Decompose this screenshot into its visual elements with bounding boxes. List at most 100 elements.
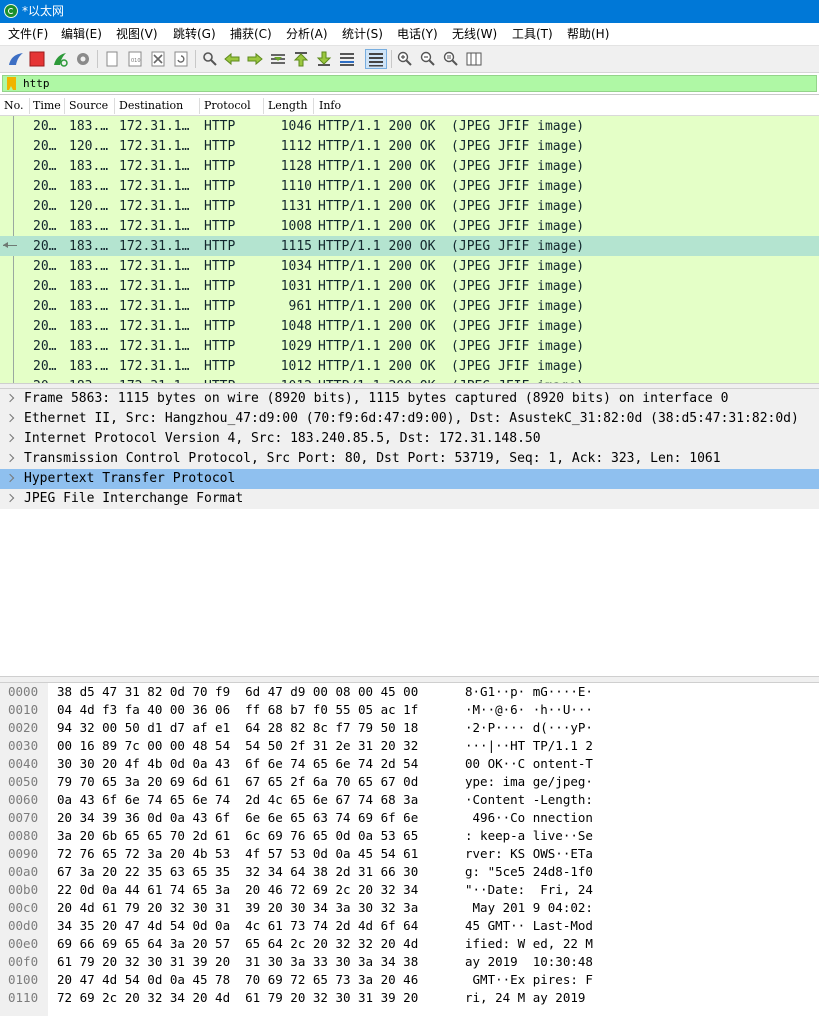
zoom-normal-icon[interactable] <box>443 51 459 67</box>
open-file-icon[interactable] <box>104 51 120 67</box>
packet-row-selected[interactable]: 20… 183.… 172.31.1… HTTP HTTP/1.1 200 OK (JP… <box>0 236 819 256</box>
ascii-bytes[interactable]: 00 OK··C ontent-T <box>465 756 593 771</box>
menu-help[interactable]: 帮助(H) <box>567 27 609 41</box>
menu-view[interactable]: 视图(V) <box>116 27 158 41</box>
hex-bytes[interactable]: 22 0d 0a 44 61 74 65 3a 20 46 72 69 2c 2… <box>57 882 418 897</box>
ascii-bytes[interactable]: ified: W ed, 22 M <box>465 936 593 951</box>
ascii-bytes[interactable]: 496··Co nnection <box>465 810 593 825</box>
expand-chevron-icon[interactable] <box>5 413 15 423</box>
detail-row[interactable]: Internet Protocol Version 4, Src: 183.24… <box>0 429 819 449</box>
column-length[interactable]: Length <box>268 99 307 112</box>
packet-row[interactable]: 20…183.…172.31.1…HTTPHTTP/1.1 200 OK (JP… <box>0 216 819 236</box>
go-to-packet-icon[interactable] <box>270 51 286 67</box>
byte-offset[interactable]: 00f0 <box>8 954 38 969</box>
last-packet-icon[interactable] <box>316 51 332 67</box>
byte-offset[interactable]: 0070 <box>8 810 38 825</box>
packet-row[interactable]: 20…183.…172.31.1…HTTPHTTP/1.1 200 OK (JP… <box>0 296 819 316</box>
byte-offset[interactable]: 0110 <box>8 990 38 1005</box>
go-back-icon[interactable] <box>224 51 240 67</box>
byte-offset[interactable]: 0100 <box>8 972 38 987</box>
hex-bytes[interactable]: 30 30 20 4f 4b 0d 0a 43 6f 6e 74 65 6e 7… <box>57 756 418 771</box>
column-no[interactable]: No. <box>4 99 24 112</box>
zoom-in-icon[interactable] <box>397 51 413 67</box>
byte-offset[interactable]: 00d0 <box>8 918 38 933</box>
detail-row-selected[interactable]: Hypertext Transfer Protocol <box>0 469 819 489</box>
column-time[interactable]: Time <box>33 99 61 112</box>
ascii-bytes[interactable]: ·Content -Length: <box>465 792 593 807</box>
menu-capture[interactable]: 捕获(C) <box>230 27 272 41</box>
column-info[interactable]: Info <box>319 99 341 112</box>
ascii-bytes[interactable]: ·2·P···· d(···yP· <box>465 720 593 735</box>
hex-bytes[interactable]: 20 4d 61 79 20 32 30 31 39 20 30 34 3a 3… <box>57 900 418 915</box>
menu-file[interactable]: 文件(F) <box>8 27 48 41</box>
ascii-bytes[interactable]: : keep-a live··Se <box>465 828 593 843</box>
byte-offset[interactable]: 0050 <box>8 774 38 789</box>
ascii-bytes[interactable]: ype: ima ge/jpeg· <box>465 774 593 789</box>
packet-row[interactable]: 20…183.…172.31.1…HTTPHTTP/1.1 200 OK (JP… <box>0 356 819 376</box>
ascii-bytes[interactable]: GMT··Ex pires: F <box>465 972 593 987</box>
ascii-bytes[interactable]: g: "5ce5 24d8-1f0 <box>465 864 593 879</box>
packet-row[interactable]: 20… 120.… 172.31.1… HTTP HTTP/1.1 200 OK (JP… <box>0 136 819 156</box>
byte-offset[interactable]: 0000 <box>8 684 38 699</box>
byte-offset[interactable]: 00c0 <box>8 900 38 915</box>
hex-bytes[interactable]: 0a 43 6f 6e 74 65 6e 74 2d 4c 65 6e 67 7… <box>57 792 418 807</box>
display-filter-input[interactable]: http <box>2 75 817 92</box>
packet-row[interactable]: 20…183.…172.31.1…HTTPHTTP/1.1 200 OK (JP… <box>0 316 819 336</box>
packet-row[interactable]: 20…183.…172.31.1…HTTPHTTP/1.1 200 OK (JP… <box>0 176 819 196</box>
first-packet-icon[interactable] <box>293 51 309 67</box>
hex-bytes[interactable]: 38 d5 47 31 82 0d 70 f9 6d 47 d9 00 08 0… <box>57 684 418 699</box>
hex-bytes[interactable]: 00 16 89 7c 00 00 48 54 54 50 2f 31 2e 3… <box>57 738 418 753</box>
byte-offset[interactable]: 0080 <box>8 828 38 843</box>
ascii-bytes[interactable]: "··Date: Fri, 24 <box>465 882 593 897</box>
filter-bookmark-icon[interactable] <box>7 77 16 90</box>
hex-bytes[interactable]: 04 4d f3 fa 40 00 36 06 ff 68 b7 f0 55 0… <box>57 702 418 717</box>
hex-bytes[interactable]: 34 35 20 47 4d 54 0d 0a 4c 61 73 74 2d 4… <box>57 918 418 933</box>
column-source[interactable]: Source <box>69 99 108 112</box>
hex-bytes[interactable]: 3a 20 6b 65 65 70 2d 61 6c 69 76 65 0d 0… <box>57 828 418 843</box>
byte-offset[interactable]: 0040 <box>8 756 38 771</box>
ascii-bytes[interactable]: 45 GMT·· Last-Mod <box>465 918 593 933</box>
menu-edit[interactable]: 编辑(E) <box>61 27 102 41</box>
byte-offset[interactable]: 0010 <box>8 702 38 717</box>
expand-chevron-icon[interactable] <box>5 493 15 503</box>
byte-offset[interactable]: 0020 <box>8 720 38 735</box>
ascii-bytes[interactable]: ay 2019 10:30:48 <box>465 954 593 969</box>
ascii-bytes[interactable]: ·M··@·6· ·h··U··· <box>465 702 593 717</box>
detail-row[interactable]: Transmission Control Protocol, Src Port:… <box>0 449 819 469</box>
find-packet-icon[interactable] <box>202 51 218 67</box>
packet-row[interactable]: 20… 120.… 172.31.1… HTTP HTTP/1.1 200 OK (JP… <box>0 196 819 216</box>
packet-row[interactable]: 20…183.…172.31.1…HTTPHTTP/1.1 200 OK (JP… <box>0 276 819 296</box>
autoscroll-icon[interactable] <box>339 51 355 67</box>
go-forward-icon[interactable] <box>247 51 263 67</box>
byte-offset[interactable]: 00e0 <box>8 936 38 951</box>
hex-bytes[interactable]: 67 3a 20 22 35 63 65 35 32 34 64 38 2d 3… <box>57 864 418 879</box>
expand-chevron-icon[interactable] <box>5 473 15 483</box>
detail-row[interactable]: Frame 5863: 1115 bytes on wire (8920 bit… <box>0 389 819 409</box>
resize-columns-icon[interactable] <box>466 51 482 67</box>
ascii-bytes[interactable]: ri, 24 M ay 2019 <box>465 990 593 1005</box>
byte-offset[interactable]: 00b0 <box>8 882 38 897</box>
byte-offset[interactable]: 0030 <box>8 738 38 753</box>
column-destination[interactable]: Destination <box>119 99 183 112</box>
hex-bytes[interactable]: 61 79 20 32 30 31 39 20 31 30 3a 33 30 3… <box>57 954 418 969</box>
capture-options-icon[interactable] <box>75 51 91 67</box>
byte-offset[interactable]: 0090 <box>8 846 38 861</box>
hex-bytes[interactable]: 72 76 65 72 3a 20 4b 53 4f 57 53 0d 0a 4… <box>57 846 418 861</box>
expand-chevron-icon[interactable] <box>5 393 15 403</box>
pane-splitter[interactable] <box>0 676 819 683</box>
packet-row[interactable]: 20…183.…172.31.1…HTTPHTTP/1.1 200 OK (JP… <box>0 116 819 136</box>
ascii-bytes[interactable]: rver: KS OWS··ETa <box>465 846 593 861</box>
expand-chevron-icon[interactable] <box>5 433 15 443</box>
menu-statistics[interactable]: 统计(S) <box>342 27 383 41</box>
ascii-bytes[interactable]: 8·G1··p· mG····E· <box>465 684 593 699</box>
byte-offset[interactable]: 0060 <box>8 792 38 807</box>
colorize-icon[interactable] <box>365 49 387 69</box>
hex-bytes[interactable]: 20 47 4d 54 0d 0a 45 78 70 69 72 65 73 3… <box>57 972 418 987</box>
detail-row[interactable]: JPEG File Interchange Format <box>0 489 819 509</box>
start-capture-icon[interactable] <box>8 51 24 67</box>
save-file-icon[interactable]: 010 <box>127 51 143 67</box>
menu-wireless[interactable]: 无线(W) <box>452 27 497 41</box>
ascii-bytes[interactable]: May 201 9 04:02: <box>465 900 593 915</box>
packet-row[interactable]: 20…183.…172.31.1…HTTPHTTP/1.1 200 OK (JP… <box>0 376 819 383</box>
menu-telephony[interactable]: 电话(Y) <box>397 27 438 41</box>
